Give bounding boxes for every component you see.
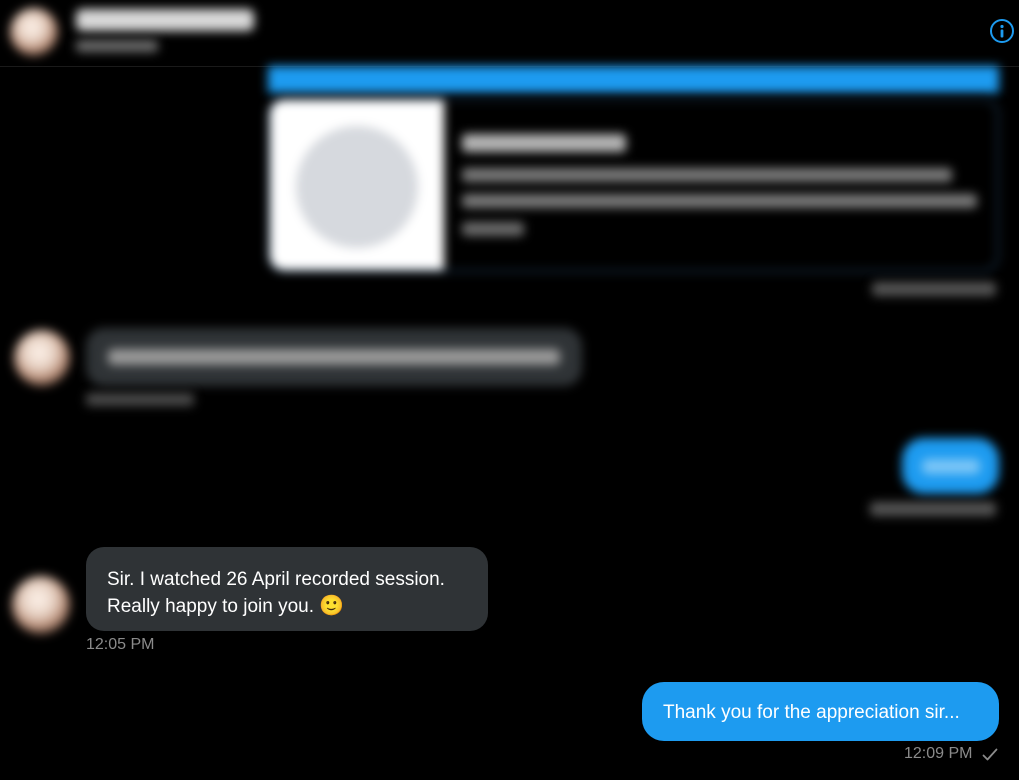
contact-name[interactable]: [76, 9, 254, 31]
message-timestamp: 12:09 PM: [904, 745, 973, 762]
message-text-line: Really happy to join you. 🙂: [107, 593, 467, 620]
message-timestamp: [86, 393, 194, 406]
message-timestamp: [872, 282, 996, 296]
sent-message-bubble[interactable]: Thank you for the appreciation sir...: [642, 682, 999, 741]
link-description: [462, 194, 977, 208]
received-message-bubble[interactable]: Sir. I watched 26 April recorded session…: [86, 547, 488, 631]
sender-avatar[interactable]: [12, 576, 70, 634]
message-timestamp: 12:05 PM: [86, 636, 155, 653]
channel-logo: [296, 126, 418, 248]
link-card-header: [268, 66, 999, 93]
info-icon[interactable]: [990, 19, 1014, 43]
link-preview-card[interactable]: [268, 98, 999, 272]
message-bubble[interactable]: [86, 328, 582, 386]
check-icon: [982, 748, 998, 762]
link-thumbnail: [270, 100, 444, 270]
link-domain: [462, 222, 524, 236]
link-title: [462, 134, 626, 152]
contact-avatar[interactable]: [10, 8, 58, 56]
link-description: [462, 168, 952, 182]
smiley-emoji-icon: 🙂: [319, 595, 345, 617]
message-text: Thank you for the appreciation sir...: [663, 702, 960, 723]
sender-avatar[interactable]: [14, 330, 70, 386]
message-text: Really happy to join you.: [107, 596, 315, 617]
message-meta: 12:09 PM: [904, 745, 1000, 765]
conversation-header: [0, 0, 1019, 67]
message-text-line: Sir. I watched 26 April recorded session…: [107, 569, 445, 590]
contact-handle: [76, 40, 158, 52]
message-timestamp: [870, 502, 996, 516]
message-bubble[interactable]: [902, 438, 999, 494]
